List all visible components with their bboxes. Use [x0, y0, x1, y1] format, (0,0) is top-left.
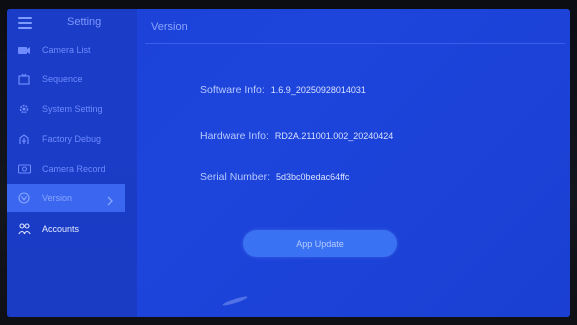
sidebar-item-label: Camera Record	[42, 164, 106, 174]
sidebar-item-label: Camera List	[42, 45, 91, 55]
sidebar-header: Setting	[7, 9, 137, 37]
sidebar-item-version[interactable]: Version	[7, 184, 125, 212]
software-info-row: Software Info: 1.6.9_20250928014031	[200, 84, 366, 96]
sidebar-item-camera-list[interactable]: Camera List	[7, 36, 125, 64]
app-update-button[interactable]: App Update	[243, 230, 397, 257]
screen: Setting Camera List Sequence System Sett…	[7, 9, 570, 317]
screen-glare	[222, 295, 248, 307]
sidebar-item-label: Accounts	[42, 224, 80, 234]
debug-icon	[17, 132, 31, 146]
gear-icon	[17, 102, 31, 116]
software-info-label: Software Info:	[200, 84, 265, 96]
record-icon	[17, 162, 31, 176]
hardware-info-row: Hardware Info: RD2A.211001.002_20240424	[200, 130, 393, 142]
hamburger-icon[interactable]	[18, 17, 32, 29]
sidebar-item-label: System Setting	[42, 104, 103, 114]
page-title: Version	[151, 21, 188, 33]
version-icon	[17, 191, 31, 205]
camera-icon	[17, 43, 31, 57]
sequence-icon	[17, 72, 31, 86]
sidebar-title: Setting	[67, 16, 102, 28]
sidebar-item-sequence[interactable]: Sequence	[7, 65, 125, 93]
sidebar-item-system-setting[interactable]: System Setting	[7, 95, 125, 123]
chevron-right-icon	[105, 193, 115, 206]
sidebar-item-factory-debug[interactable]: Factory Debug	[7, 125, 125, 153]
sidebar-item-label: Sequence	[42, 74, 83, 84]
serial-number-value: 5d3bc0bedac64ffc	[276, 172, 350, 182]
hardware-info-label: Hardware Info:	[200, 130, 269, 142]
serial-number-row: Serial Number: 5d3bc0bedac64ffc	[200, 171, 349, 183]
hardware-info-value: RD2A.211001.002_20240424	[274, 131, 394, 141]
accounts-icon	[17, 222, 31, 236]
sidebar-item-label: Version	[42, 193, 73, 203]
software-info-value: 1.6.9_20250928014031	[270, 85, 366, 95]
sidebar: Setting Camera List Sequence System Sett…	[7, 9, 137, 317]
header-divider	[145, 43, 565, 44]
sidebar-item-accounts[interactable]: Accounts	[7, 215, 125, 243]
serial-number-label: Serial Number:	[200, 171, 271, 183]
sidebar-item-camera-record[interactable]: Camera Record	[7, 155, 125, 183]
sidebar-item-label: Factory Debug	[42, 134, 102, 144]
